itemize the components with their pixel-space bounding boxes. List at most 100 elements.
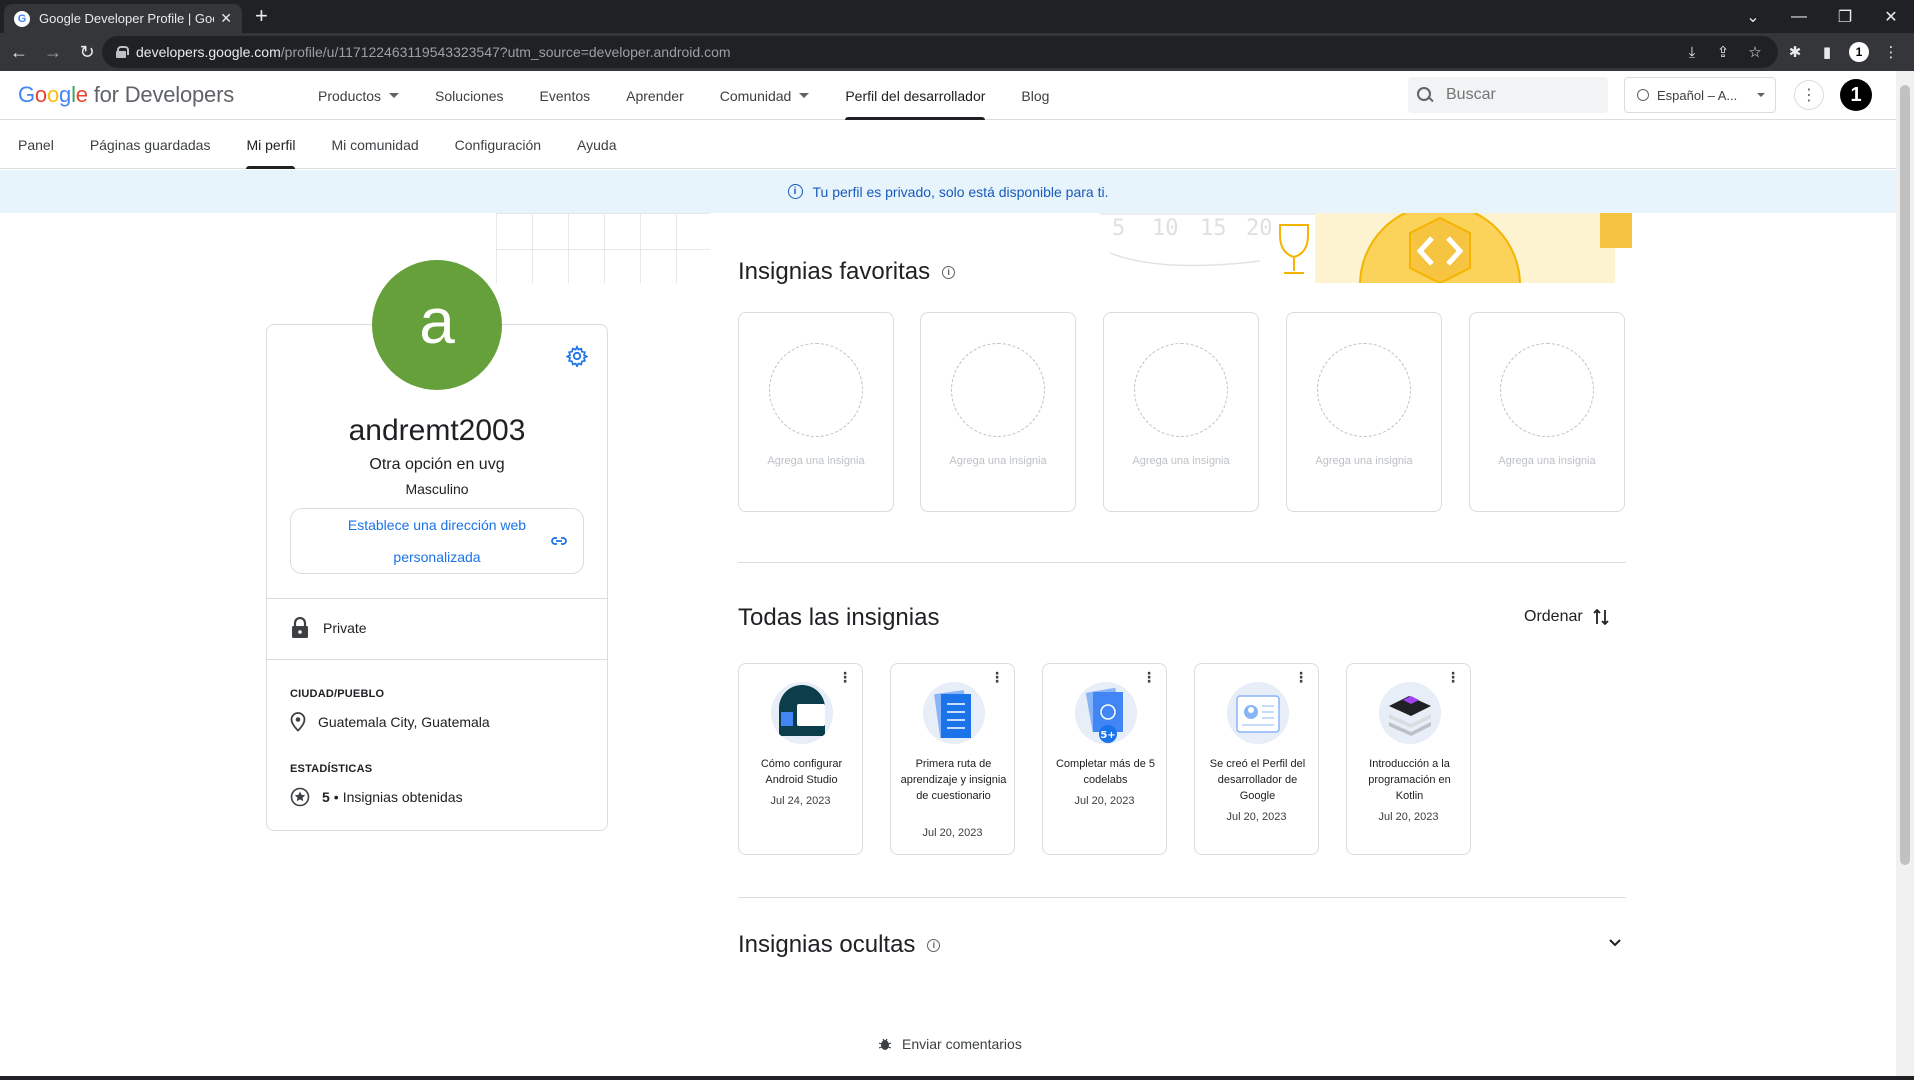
add-badge-label: Agrega una insignia <box>1498 455 1596 467</box>
close-window-icon[interactable]: ✕ <box>1868 0 1914 33</box>
tab-my-community[interactable]: Mi comunidad <box>313 120 436 169</box>
hidden-badges-title[interactable]: Insignias ocultas i <box>738 931 941 959</box>
lock-icon <box>292 617 308 638</box>
new-tab-icon[interactable]: + <box>255 4 268 28</box>
badges-count: 5 <box>322 789 330 805</box>
minimize-icon[interactable]: — <box>1776 0 1822 33</box>
bug-icon <box>878 1038 892 1050</box>
star-badge-icon <box>290 787 310 807</box>
side-panel-icon[interactable]: ▮ <box>1812 36 1842 68</box>
extensions-icon[interactable]: ✱ <box>1780 36 1810 68</box>
badge-date: Jul 20, 2023 <box>1074 795 1135 807</box>
nav-blog[interactable]: Blog <box>1003 71 1067 120</box>
chevron-down-icon[interactable] <box>1607 935 1623 951</box>
url-host: developers.google.com <box>136 44 281 60</box>
favorite-slot[interactable]: Agrega una insignia <box>1103 312 1259 512</box>
browser-menu-icon[interactable]: ⋮ <box>1876 36 1906 68</box>
page-scrollbar[interactable] <box>1896 71 1914 1080</box>
tab-title: Google Developer Profile | Goo <box>39 11 215 26</box>
favorite-slot[interactable]: Agrega una insignia <box>1469 312 1625 512</box>
more-vert-icon[interactable]: ⋮ <box>1142 670 1156 684</box>
close-tab-icon[interactable]: ✕ <box>220 10 232 27</box>
location-pin-icon <box>290 712 306 732</box>
top-nav: Productos Soluciones Eventos Aprender Co… <box>300 71 1067 120</box>
tab-panel[interactable]: Panel <box>0 120 72 169</box>
more-vert-icon[interactable]: ⋮ <box>990 670 1004 684</box>
browser-tab[interactable]: G Google Developer Profile | Goo ✕ <box>4 4 242 33</box>
divider <box>267 659 607 660</box>
badge-card[interactable]: ⋮ 5+ Completar más de 5 codelabs Jul 20,… <box>1042 663 1167 855</box>
deco-number: 10 <box>1152 216 1179 241</box>
nav-productos[interactable]: Productos <box>300 71 417 120</box>
developer-profile-badge-icon <box>1227 682 1289 744</box>
profile-avatar: a <box>372 260 502 390</box>
more-vert-icon[interactable]: ⋮ <box>838 670 852 684</box>
badge-date: Jul 20, 2023 <box>1226 811 1287 823</box>
gear-icon[interactable] <box>566 345 588 367</box>
search-box[interactable] <box>1408 77 1608 113</box>
city-label: CIUDAD/PUEBLO <box>290 688 385 700</box>
custom-url-button[interactable]: Establece una dirección web personalizad… <box>290 508 584 574</box>
favorite-slot[interactable]: Agrega una insignia <box>738 312 894 512</box>
favorite-slot[interactable]: Agrega una insignia <box>1286 312 1442 512</box>
more-vert-icon[interactable]: ⋮ <box>1446 670 1460 684</box>
google-developers-logo[interactable]: Google for Developers <box>18 82 234 108</box>
favorite-slot[interactable]: Agrega una insignia <box>920 312 1076 512</box>
account-avatar[interactable]: 1 <box>1840 79 1872 111</box>
sort-button[interactable]: Ordenar <box>1524 608 1609 626</box>
badge-name: Se creó el Perfil del desarrollador de G… <box>1209 758 1306 802</box>
info-icon[interactable]: i <box>942 265 956 279</box>
profile-icon[interactable]: 1 <box>1844 36 1874 68</box>
tab-search-icon[interactable]: ⌄ <box>1730 0 1776 33</box>
search-icon <box>1416 86 1434 104</box>
more-options-icon[interactable]: ⋮ <box>1794 80 1824 110</box>
window-bottom-edge <box>0 1076 1914 1080</box>
scrollbar-thumb[interactable] <box>1900 85 1910 865</box>
custom-url-label: Establece una dirección web personalizad… <box>347 517 527 565</box>
info-icon: i <box>787 184 803 199</box>
nav-perfil[interactable]: Perfil del desarrollador <box>827 71 1003 120</box>
language-select[interactable]: Español – A... <box>1624 77 1776 113</box>
address-bar[interactable]: developers.google.com/profile/u/11712246… <box>102 36 1778 68</box>
more-vert-icon[interactable]: ⋮ <box>1294 670 1308 684</box>
deco-number: 20 <box>1246 216 1273 241</box>
badge-card[interactable]: ⋮ Introducción a la programación en Kotl… <box>1346 663 1471 855</box>
badge-card[interactable]: ⋮ Primera ruta de aprendizaje y insignia… <box>890 663 1015 855</box>
tab-settings[interactable]: Configuración <box>437 120 559 169</box>
nav-soluciones[interactable]: Soluciones <box>417 71 522 120</box>
badge-card[interactable]: ⋮ Se creó el Perfil del desarrollador de… <box>1194 663 1319 855</box>
section-divider <box>738 562 1626 563</box>
city-row: Guatemala City, Guatemala <box>290 712 490 732</box>
reload-icon[interactable]: ↻ <box>72 37 102 67</box>
language-label: Español – A... <box>1657 87 1738 103</box>
info-icon[interactable]: i <box>927 938 941 952</box>
site-header: Google for Developers Productos Solucion… <box>0 71 1896 120</box>
deco-number: 15 <box>1200 216 1227 241</box>
section-divider <box>738 897 1626 898</box>
badge-name: Introducción a la programación en Kotlin <box>1368 758 1451 802</box>
restore-icon[interactable]: ❐ <box>1822 0 1868 33</box>
badge-name: Cómo configurar Android Studio <box>760 758 843 786</box>
nav-eventos[interactable]: Eventos <box>522 71 609 120</box>
forward-icon[interactable]: → <box>38 37 68 67</box>
tab-saved-pages[interactable]: Páginas guardadas <box>72 120 229 169</box>
profile-gender: Masculino <box>405 481 469 497</box>
profile-card <box>266 324 608 831</box>
bookmark-star-icon[interactable]: ☆ <box>1740 36 1770 68</box>
back-icon[interactable]: ← <box>4 37 34 67</box>
empty-badge-circle <box>769 343 863 437</box>
nav-comunidad[interactable]: Comunidad <box>702 71 828 120</box>
search-input[interactable] <box>1446 86 1596 104</box>
link-icon <box>551 537 567 545</box>
install-icon[interactable]: ⤓ <box>1677 36 1707 68</box>
share-icon[interactable]: ⇪ <box>1708 36 1738 68</box>
nav-aprender[interactable]: Aprender <box>608 71 702 120</box>
learning-path-badge-icon <box>923 682 985 744</box>
tab-help[interactable]: Ayuda <box>559 120 634 169</box>
send-feedback-link[interactable]: Enviar comentarios <box>878 1036 1022 1052</box>
badge-date: Jul 20, 2023 <box>922 827 983 839</box>
tab-my-profile[interactable]: Mi perfil <box>228 120 313 169</box>
badge-card[interactable]: ⋮ Cómo configurar Android Studio Jul 24,… <box>738 663 863 855</box>
badge-name: Completar más de 5 codelabs <box>1055 758 1156 786</box>
empty-badge-circle <box>1134 343 1228 437</box>
